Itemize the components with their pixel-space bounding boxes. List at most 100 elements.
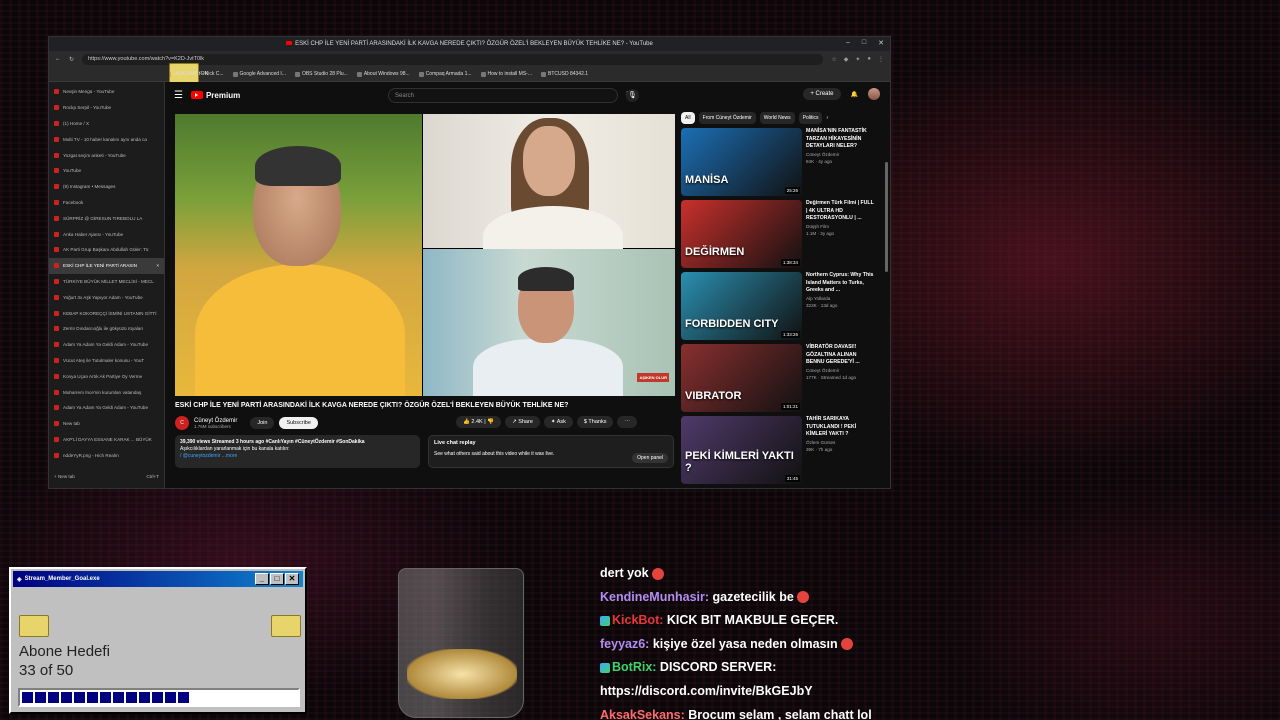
join-button[interactable]: Join — [250, 417, 275, 429]
filter-chip[interactable]: All — [681, 112, 695, 124]
sidebar-tab[interactable]: Yoğurt 3x Aşk Yapıyor Adam - YouTube — [49, 289, 164, 305]
notifications-icon[interactable]: 🔔 — [851, 91, 858, 98]
scrollbar[interactable] — [885, 162, 888, 272]
mic-icon[interactable]: 🎙 — [626, 89, 639, 102]
close-button[interactable]: ✕ — [878, 39, 884, 47]
sidebar-tab[interactable]: AK Parti Grup Başkanı Abdullah Güler: Tü — [49, 242, 164, 258]
sidebar-tab[interactable]: SÜRPRİZ @ GİRESUN TIREBOLU LA — [49, 210, 164, 226]
ask-button[interactable]: ✦ Ask — [543, 416, 573, 428]
sidebar-tab[interactable]: Konya Uçan Artık Ak Partiye Oy Verme — [49, 368, 164, 384]
sidebar-tab[interactable]: Facebook — [49, 195, 164, 211]
live-chat-replay-box: Live chat replay See what others said ab… — [428, 435, 674, 468]
maximize-button[interactable]: □ — [862, 39, 866, 47]
recommended-video[interactable]: DEĞİRMEN 1:38:34 Değirmen Türk Filmi | FUL… — [681, 200, 876, 272]
recommended-video[interactable]: FORBIDDEN CITY 1:33:26 Northern Cyprus: Wh… — [681, 272, 876, 344]
widget-minimize-button[interactable]: _ — [255, 573, 269, 585]
widget-close-button[interactable]: ✕ — [285, 573, 299, 585]
chat-message: KickBot: KICK BIT MAKBULE GEÇER. — [600, 609, 1020, 633]
share-button[interactable]: ↗ Share — [505, 416, 540, 428]
profile-icon[interactable]: ● — [867, 56, 871, 63]
like-button[interactable]: 👍 2.4K | 👎 — [456, 416, 502, 428]
video-thumbnail[interactable]: DEĞİRMEN 1:38:34 — [681, 200, 802, 268]
more-actions-icon[interactable]: ⋯ — [617, 416, 637, 428]
minimize-button[interactable]: – — [846, 39, 850, 47]
bookmark-item[interactable]: BTCUSD 84342.1 — [541, 71, 588, 77]
sidebar-tab[interactable]: Anka Haber Ajansı - YouTube — [49, 226, 164, 242]
sidebar-tab[interactable]: (1) Home / X — [49, 116, 164, 132]
goal-widget-window: ◈ Stream_Member_Goal.exe _ □ ✕ Abone Hedef… — [9, 567, 307, 714]
sidebar-tab[interactable]: TÜRKİYE BÜYÜK MİLLET MECLİSİ - MECL — [49, 274, 164, 290]
channel-name[interactable]: Cüneyt Özdemir — [194, 418, 237, 424]
bookmark-item[interactable]: How to install MS-... — [480, 71, 532, 77]
sidebar-tab[interactable]: Yozgat seçim anketi - YouTube — [49, 147, 164, 163]
sidebar-tab[interactable]: Muharrem İnce'nin kurumları vatandaş — [49, 384, 164, 400]
search-input[interactable]: Search — [388, 88, 618, 103]
thumbnail-caption: PEKİ KİMLERİ YAKTI ? — [685, 450, 794, 474]
video-player[interactable]: AŞIKEN OLUR — [175, 114, 675, 396]
video-thumbnail[interactable]: FORBIDDEN CITY 1:33:26 — [681, 272, 802, 340]
sidebar-tab[interactable]: AKP'Lİ DAYYA ESSANE KARAK ... BÜYÜK — [49, 432, 164, 448]
like-count: 2.4K — [471, 419, 483, 425]
progress-segment — [178, 692, 189, 703]
recommended-video[interactable]: PEKİ KİMLERİ YAKTI ? 31:45 TAHİR SARIKAYA … — [681, 416, 876, 488]
tab-favicon-icon — [54, 357, 59, 363]
bookmark-label: How to install MS-... — [487, 71, 532, 77]
description-box[interactable]: 39,390 views Streamed 3 hours ago #Canlı… — [175, 435, 420, 468]
bookmark-item[interactable]: Compaq Armada 1... — [418, 71, 472, 77]
chips-next-icon[interactable]: › — [826, 115, 828, 121]
sidebar-tab[interactable]: Rockp Serpil - YouTube — [49, 100, 164, 116]
sidebar-tab[interactable]: (9) Instagram • Messages — [49, 179, 164, 195]
reload-icon[interactable]: ↻ — [69, 56, 74, 63]
folder-icon — [19, 615, 49, 637]
puzzle-icon[interactable]: ✦ — [855, 56, 860, 63]
bookmark-icon — [356, 71, 362, 77]
youtube-logo[interactable]: Premium — [190, 91, 240, 100]
tab-favicon-icon — [54, 373, 59, 379]
video-info: MANİSA'NIN FANTASTİK TARZAN HİKAYESİNİN … — [806, 128, 876, 200]
bookmark-item[interactable]: About Windows 98... — [356, 71, 410, 77]
recommended-meta: 1.1M · 3y ago — [806, 231, 835, 236]
create-button[interactable]: + Create — [803, 88, 841, 100]
sidebar-tab[interactable]: Adam Ya Adam Ya Geldi Adam - YouTube — [49, 337, 164, 353]
sidebar-tab[interactable]: Adam Ya Adam Ya Geldi Adam - YouTube — [49, 400, 164, 416]
extension-icon[interactable]: ◆ — [844, 56, 849, 63]
recommended-meta: 39K · 7h ago — [806, 447, 833, 452]
filter-chip[interactable]: From Cüneyt Özdemir — [698, 112, 756, 124]
subscribe-button[interactable]: Subscribe — [279, 417, 318, 429]
recommended-video[interactable]: VIBRATOR 1:01:21 VİBRATÖR DAVASI!! GÖZALTI… — [681, 344, 876, 416]
open-panel-button[interactable]: Open panel — [632, 453, 668, 463]
avatar[interactable] — [868, 88, 880, 100]
more-icon[interactable]: ⋮ — [878, 56, 884, 63]
mod-badge-icon — [600, 663, 610, 674]
bookmark-item[interactable]: OBS Studio 28 Plu... — [294, 71, 348, 77]
new-tab-button[interactable]: + New tab Ctrl+T — [49, 468, 164, 484]
sidebar-tab[interactable]: Vücut Ateş ile Tutulmaler konusu - YouT — [49, 353, 164, 369]
tab-close-icon[interactable]: × — [156, 263, 159, 268]
sidebar-tab[interactable]: New tab — [49, 416, 164, 432]
video-thumbnail[interactable]: VIBRATOR 1:01:21 — [681, 344, 802, 412]
bookmark-item[interactable]: Google Advanced I... — [232, 71, 286, 77]
sidebar-tab[interactable]: Zerrin Dındarcıoğlu ile gökyüzü rüyaları — [49, 321, 164, 337]
tab-favicon-icon — [54, 231, 59, 237]
sidebar-tab[interactable]: KEBAP KOKOREÇÇİ İSMİNİ USTANIN GİTTİ — [49, 305, 164, 321]
bookmark-label: OBS Studio 28 Plu... — [301, 71, 348, 77]
sidebar-tab[interactable]: ESKİ CHP İLE YENİ PARTİ ARASIN × — [49, 257, 164, 274]
widget-maximize-button[interactable]: □ — [270, 573, 284, 585]
video-thumbnail[interactable]: MANİSA 25:26 — [681, 128, 802, 196]
video-thumbnail[interactable]: PEKİ KİMLERİ YAKTI ? 31:45 — [681, 416, 802, 484]
sidebar-tab[interactable]: Nevşin Mengü - YouTube — [49, 84, 164, 100]
star-icon[interactable]: ☆ — [831, 56, 836, 63]
channel-avatar[interactable]: C — [175, 416, 189, 430]
sidebar-tab[interactable]: nddeYyR.png - Hich Realm — [49, 447, 164, 463]
tab-label: Zerrin Dındarcıoğlu ile gökyüzü rüyaları — [63, 326, 144, 332]
sidebar-tab[interactable]: YouTube — [49, 163, 164, 179]
sidebar-tab[interactable]: Multi TV - 10 haber kanalını aynı anda c… — [49, 131, 164, 147]
description-link[interactable]: / @cuneytozdemir ...more — [180, 453, 415, 460]
filter-chip[interactable]: Politics — [798, 112, 823, 124]
back-icon[interactable]: ← — [55, 56, 61, 62]
filter-chip[interactable]: World News — [759, 112, 795, 124]
thanks-button[interactable]: $ Thanks — [576, 416, 614, 428]
bookmark-label: Google Advanced I... — [239, 71, 286, 77]
hamburger-menu-icon[interactable]: ☰ — [174, 90, 183, 101]
recommended-video[interactable]: MANİSA 25:26 MANİSA'NIN FANTASTİK TARZAN H… — [681, 128, 876, 200]
